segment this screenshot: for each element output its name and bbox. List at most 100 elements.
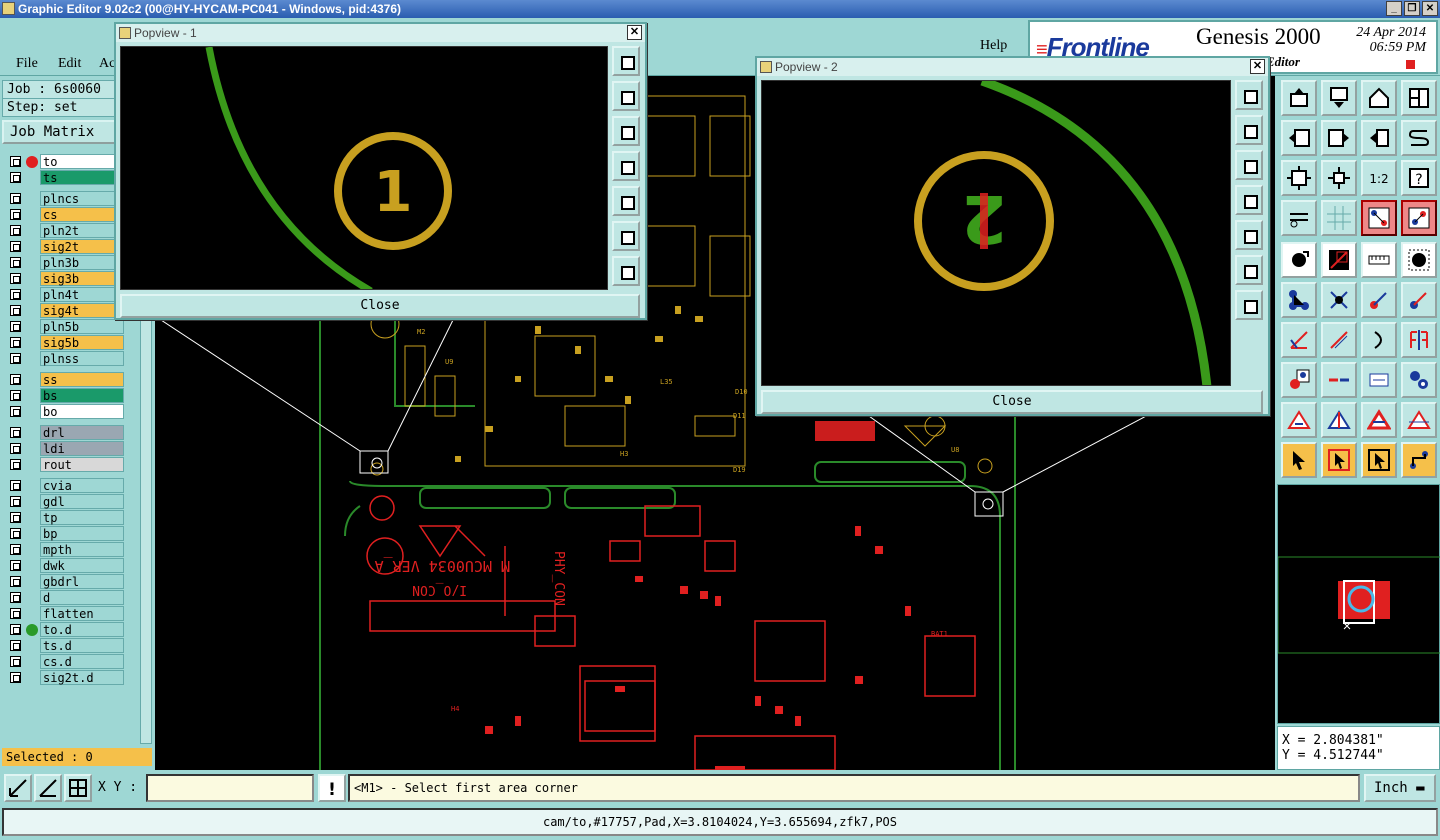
popview-1-view[interactable]: 1: [120, 46, 608, 290]
fit-screen-icon[interactable]: [1281, 160, 1317, 196]
layer-name[interactable]: pln2t: [40, 223, 124, 238]
layer-name[interactable]: pln3b: [40, 255, 124, 270]
pan-left-icon[interactable]: [1235, 185, 1263, 215]
net-highlight-icon[interactable]: [1361, 200, 1397, 236]
popview-2-titlebar[interactable]: Popview - 2 ✕: [757, 58, 1268, 76]
layer-checkbox[interactable]: [10, 193, 21, 204]
layer-checkbox[interactable]: [10, 289, 21, 300]
close-icon[interactable]: ✕: [1422, 1, 1438, 16]
pad-add-icon[interactable]: [1281, 242, 1317, 278]
layer-checkbox[interactable]: [10, 528, 21, 539]
layer-checkbox[interactable]: [10, 672, 21, 683]
home-icon[interactable]: [1361, 80, 1397, 116]
popview-2-close-button[interactable]: Close: [761, 390, 1263, 414]
snap-icon[interactable]: [4, 774, 32, 802]
menu-edit[interactable]: Edit: [58, 56, 81, 72]
pan-up-icon[interactable]: [612, 81, 640, 111]
layer-name[interactable]: gbdrl: [40, 574, 124, 589]
popview-1-close-button[interactable]: Close: [120, 294, 640, 318]
layer-row[interactable]: dwk: [4, 558, 126, 573]
layer-checkbox[interactable]: [10, 592, 21, 603]
pan-right-icon[interactable]: [1235, 220, 1263, 250]
layer-name[interactable]: sig3b: [40, 271, 124, 286]
diagonal-line-icon[interactable]: [1321, 322, 1357, 358]
pan-right-icon[interactable]: [612, 186, 640, 216]
grid-icon[interactable]: [1321, 200, 1357, 236]
alert-icon[interactable]: !: [318, 774, 346, 802]
layer-name[interactable]: mpth: [40, 542, 124, 557]
layer-row[interactable]: cs.d: [4, 654, 126, 669]
layer-row[interactable]: mpth: [4, 542, 126, 557]
layer-checkbox[interactable]: [10, 576, 21, 587]
layer-name[interactable]: flatten: [40, 606, 124, 621]
triangle-split-icon[interactable]: [1321, 402, 1357, 438]
select-box-icon[interactable]: [1321, 442, 1357, 478]
angle-snap-icon[interactable]: [34, 774, 62, 802]
zoom-home-icon[interactable]: [612, 46, 640, 76]
layer-checkbox[interactable]: [10, 374, 21, 385]
select-area-icon[interactable]: [1361, 442, 1397, 478]
restore-icon[interactable]: ❐: [1404, 1, 1420, 16]
layer-checkbox[interactable]: [10, 427, 21, 438]
layer-checkbox[interactable]: [10, 257, 21, 268]
layer-name[interactable]: to.d: [40, 622, 124, 637]
layer-name[interactable]: cs: [40, 207, 124, 222]
layer-name[interactable]: bs: [40, 388, 124, 403]
pad-move-icon[interactable]: [1281, 362, 1317, 398]
layer-name[interactable]: cvia: [40, 478, 124, 493]
connect-pads-icon[interactable]: [1281, 282, 1317, 318]
pad-group-icon[interactable]: [1401, 362, 1437, 398]
close-icon[interactable]: ✕: [627, 25, 642, 40]
ruler-icon[interactable]: [1361, 242, 1397, 278]
spacing-icon[interactable]: [1361, 362, 1397, 398]
layer-checkbox[interactable]: [10, 209, 21, 220]
layer-row[interactable]: sig3b: [4, 271, 126, 286]
split-line-icon[interactable]: [1321, 362, 1357, 398]
layer-checkbox[interactable]: [10, 321, 21, 332]
popview-2-view[interactable]: 2: [761, 80, 1231, 386]
layer-checkbox[interactable]: [10, 496, 21, 507]
layer-row[interactable]: ts: [4, 170, 126, 185]
layer-name[interactable]: gdl: [40, 494, 124, 509]
arc-icon[interactable]: [1361, 322, 1397, 358]
layer-name[interactable]: pln4t: [40, 287, 124, 302]
layer-row[interactable]: d: [4, 590, 126, 605]
layer-checkbox[interactable]: [10, 624, 21, 635]
menu-action[interactable]: Ac: [99, 56, 115, 72]
select-pointer-icon[interactable]: [1281, 442, 1317, 478]
layer-row[interactable]: drl: [4, 425, 126, 440]
layer-row[interactable]: sig2t: [4, 239, 126, 254]
net-select-icon[interactable]: [1401, 200, 1437, 236]
popview-1-titlebar[interactable]: Popview - 1 ✕: [116, 24, 645, 42]
triangle-mask-icon[interactable]: [1281, 402, 1317, 438]
layer-checkbox[interactable]: [10, 480, 21, 491]
layer-row[interactable]: pln4t: [4, 287, 126, 302]
layer-down-icon[interactable]: [1321, 80, 1357, 116]
layer-name[interactable]: sig4t: [40, 303, 124, 318]
layer-name[interactable]: ss: [40, 372, 124, 387]
split-view-icon[interactable]: [1401, 80, 1437, 116]
zoom-home-icon[interactable]: [1235, 80, 1263, 110]
layer-checkbox[interactable]: [10, 443, 21, 454]
layer-name[interactable]: plncs: [40, 191, 124, 206]
pad-dotted-icon[interactable]: [1401, 242, 1437, 278]
layer-checkbox[interactable]: [10, 353, 21, 364]
line-add-icon[interactable]: [1321, 242, 1357, 278]
layer-checkbox[interactable]: [10, 337, 21, 348]
layer-row[interactable]: gdl: [4, 494, 126, 509]
layer-row[interactable]: flatten: [4, 606, 126, 621]
layer-row[interactable]: pln2t: [4, 223, 126, 238]
route-blue-icon[interactable]: [1401, 282, 1437, 318]
zoom-in-icon[interactable]: [1235, 255, 1263, 285]
overview-map[interactable]: [1277, 484, 1440, 724]
pan-down-icon[interactable]: [612, 116, 640, 146]
triangle-fill-icon[interactable]: [1361, 402, 1397, 438]
move-right-icon[interactable]: [1321, 120, 1357, 156]
angle-line-icon[interactable]: [1281, 322, 1317, 358]
mirror-icon[interactable]: [1401, 322, 1437, 358]
triangle-outline-icon[interactable]: [1401, 402, 1437, 438]
scale-1-2-icon[interactable]: 1:2: [1361, 160, 1397, 196]
pan-up-icon[interactable]: [1235, 115, 1263, 145]
move-left-icon[interactable]: [1281, 120, 1317, 156]
layer-name[interactable]: ts: [40, 170, 124, 185]
